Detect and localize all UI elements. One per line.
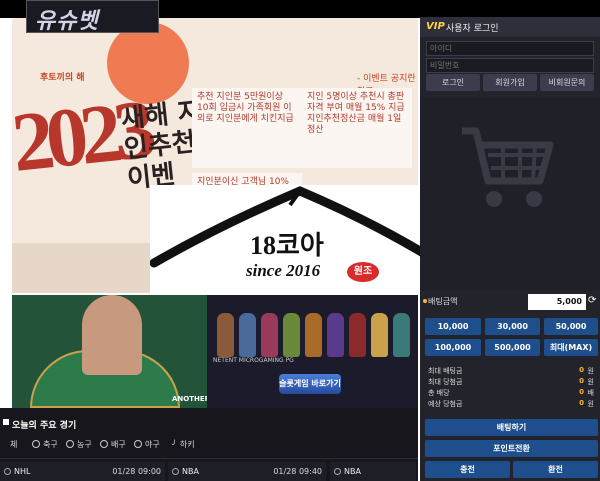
sidebar: VIP 사용자 로그인 로그인 회원가입 비회원문의 배팅금액 5,000 ⟳ … <box>420 17 600 481</box>
chip-500000[interactable]: 500,000 <box>485 339 540 356</box>
casino-dealer <box>82 295 142 375</box>
match-league: NBA <box>344 467 361 476</box>
brand-overlay-logo: 18코아 since 2016 원조 <box>150 185 450 295</box>
point-convert-button[interactable]: 포인트전환 <box>425 440 598 457</box>
slot-games-button[interactable]: 슬롯게임 바로가기 <box>279 374 341 394</box>
top-strip-right <box>159 0 600 18</box>
chip-10000[interactable]: 10,000 <box>425 318 481 335</box>
refresh-icon[interactable]: ⟳ <box>588 295 596 306</box>
stat-max-bet: 최대 배팅금 0 원 <box>428 366 594 375</box>
match-row[interactable]: NBA 01/28 09:40 <box>168 462 326 481</box>
soccer-ball-icon <box>32 440 40 448</box>
basketball-icon <box>334 468 341 475</box>
match-time: 01/28 09:00 <box>112 467 161 476</box>
volleyball-icon <box>100 440 108 448</box>
hockey-stick-icon: ╯ <box>172 440 177 449</box>
hockey-icon <box>4 468 11 475</box>
baseball-icon <box>134 440 142 448</box>
place-bet-button[interactable]: 배팅하기 <box>425 419 598 436</box>
match-row[interactable]: NHL 01/28 09:00 <box>0 462 165 481</box>
chip-max[interactable]: 최대(MAX) <box>544 339 598 356</box>
vip-badge: VIP <box>426 21 445 32</box>
guest-inquiry-button[interactable]: 비회원문의 <box>540 74 594 91</box>
stat-total-odds: 총 배당 0 배 <box>428 388 594 397</box>
brand-since: since 2016 <box>246 261 321 280</box>
slot-character <box>283 313 300 357</box>
bet-amount-row: 배팅금액 5,000 ⟳ <box>420 291 600 313</box>
stat-max-win: 최대 당첨금 0 원 <box>428 377 594 386</box>
live-casino-image[interactable]: ANOTHERLV <box>12 295 219 408</box>
tab-soccer[interactable]: 축구 <box>32 436 58 454</box>
tab-volleyball[interactable]: 배구 <box>100 436 126 454</box>
chip-30000[interactable]: 30,000 <box>485 318 540 335</box>
divider <box>0 458 418 459</box>
bet-amount-label: 배팅금액 <box>428 297 458 306</box>
login-button[interactable]: 로그인 <box>426 74 480 91</box>
betslip-empty-area <box>420 97 600 297</box>
login-header: VIP 사용자 로그인 <box>420 17 600 37</box>
withdraw-button[interactable]: 환전 <box>513 461 598 478</box>
signup-button[interactable]: 회원가입 <box>483 74 537 91</box>
basketball-icon <box>66 440 74 448</box>
stat-expected-win: 예상 당첨금 0 원 <box>428 399 594 408</box>
slot-character <box>305 313 322 357</box>
tab-basketball[interactable]: 농구 <box>66 436 92 454</box>
match-league: NBA <box>182 467 199 476</box>
tab-hockey[interactable]: ╯ 하키 <box>172 436 195 454</box>
username-input[interactable] <box>426 41 594 56</box>
match-league: NHL <box>14 467 31 476</box>
login-title: 사용자 로그인 <box>446 24 499 34</box>
slot-games-image[interactable]: NETENT MICROGAMING PG 슬롯게임 바로가기 <box>207 295 418 408</box>
deposit-button[interactable]: 충전 <box>425 461 510 478</box>
basketball-icon <box>172 468 179 475</box>
chip-100000[interactable]: 100,000 <box>425 339 481 356</box>
slot-provider-row: NETENT MICROGAMING PG <box>213 357 294 364</box>
chip-50000[interactable]: 50,000 <box>544 318 598 335</box>
title-bullet-icon <box>3 419 9 425</box>
tab-baseball[interactable]: 야구 <box>134 436 160 454</box>
match-row[interactable]: NBA <box>330 462 416 481</box>
match-time: 01/28 09:40 <box>273 467 322 476</box>
matches-title: 오늘의 주요 경기 <box>12 421 77 431</box>
slot-character <box>239 313 256 357</box>
brand-name: 18코아 <box>250 231 324 260</box>
slot-character <box>327 313 344 357</box>
bet-amount-field[interactable]: 5,000 <box>528 294 586 310</box>
slot-character <box>349 313 366 357</box>
password-input[interactable] <box>426 58 594 73</box>
slot-character <box>261 313 278 357</box>
banner-tag: 후토끼의 해 <box>40 73 85 83</box>
sport-tabs: 체 축구 농구 배구 야구 ╯ 하키 <box>10 436 415 456</box>
slot-character <box>393 313 410 357</box>
cart-icon <box>462 127 554 207</box>
casino-banner[interactable]: ANOTHERLV NETENT MICROGAMING PG 슬롯게임 바로가… <box>12 295 418 408</box>
slot-character <box>371 313 388 357</box>
event-card: 지인 5명이상 추천시 총판자격 부여 매월 15% 지급 지인추천정산금 매월… <box>302 88 412 168</box>
brand-seal: 원조 <box>347 262 379 282</box>
slot-character <box>217 313 234 357</box>
tab-all[interactable]: 체 <box>10 436 17 454</box>
top-strip-left <box>0 0 26 18</box>
site-logo[interactable]: 유슈벳 <box>26 0 159 34</box>
event-card: 추천 지인분 5만원이상 10회 입금시 가족회원 이외로 지인분에게 치킨지급 <box>192 88 302 168</box>
logo-text: 유슈벳 <box>35 9 99 34</box>
bullet-icon <box>423 299 427 303</box>
